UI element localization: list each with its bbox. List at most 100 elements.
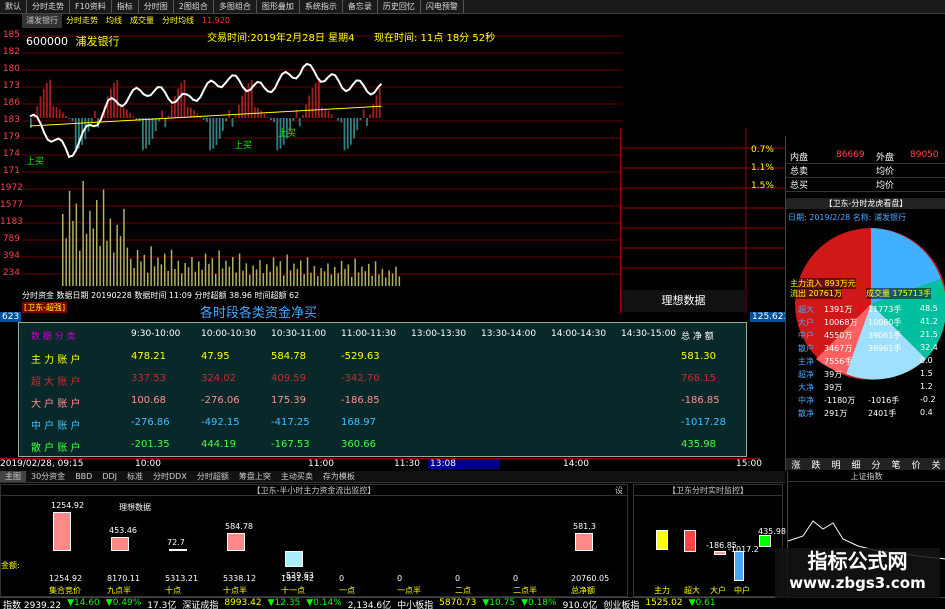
flow-bar <box>298 118 301 127</box>
half-bot-val: 0 <box>455 574 461 583</box>
menu-item-5[interactable]: 2图组合 <box>174 0 214 13</box>
info-nav-1[interactable]: 跌 <box>811 458 820 471</box>
flow-bar <box>39 96 42 118</box>
dragon-title: 【卫东-分时龙虎看盘】 <box>786 198 945 209</box>
half-top-val: 1254.92 <box>51 501 85 511</box>
flow-bar <box>238 104 240 118</box>
status-item: ▼0.49% <box>105 598 142 608</box>
tab-1[interactable]: 30分资金 <box>26 471 70 482</box>
y-tick: 180 <box>2 64 20 74</box>
tick-1400: 14:00 <box>563 459 589 469</box>
menu-item-3[interactable]: 指标 <box>112 0 139 13</box>
menu-item-2[interactable]: F10资料 <box>70 0 112 13</box>
half-bar <box>111 537 129 551</box>
row-label: 主 力 账 户 <box>31 355 81 366</box>
volume-bar <box>320 268 322 286</box>
tab-2[interactable]: BBD <box>70 471 97 482</box>
tab-7[interactable]: 筹盘上突 <box>234 471 276 482</box>
half-name: 十点半 <box>223 586 247 595</box>
info-nav-0[interactable]: 涨 <box>791 458 800 471</box>
info-nav-5[interactable]: 笔 <box>891 458 900 471</box>
tab-4[interactable]: 标准 <box>122 471 148 482</box>
info-l: 内盘 <box>790 153 809 163</box>
half-name: 一点半 <box>397 586 421 595</box>
dragon-c: 11773手 <box>868 305 902 314</box>
flow-bar <box>247 83 250 118</box>
tab-0[interactable]: 主图 <box>0 471 26 482</box>
tab-9[interactable]: 存为模板 <box>318 471 360 482</box>
menu-item-7[interactable]: 图形叠加 <box>257 0 300 13</box>
volume-bar <box>391 273 394 286</box>
flow-bar <box>222 118 224 131</box>
menu-item-6[interactable]: 多图组合 <box>214 0 257 13</box>
status-item: 17.3亿 <box>147 601 177 609</box>
flow-bar <box>71 118 74 122</box>
volume-bar <box>184 263 186 286</box>
settings-icon[interactable]: 设 <box>615 485 625 495</box>
y-tick: 1183 <box>0 217 23 227</box>
dragon-d: 0.4 <box>920 408 933 417</box>
info-row: 总卖 均价 <box>786 164 945 178</box>
volume-bar <box>242 270 244 286</box>
mid-label-3: 大户 <box>710 586 726 595</box>
col-header-6: 13:30-14:00 <box>481 329 537 339</box>
flow-bar <box>302 115 304 118</box>
menu-item-1[interactable]: 分时走势 <box>27 0 70 13</box>
indicator-tabs: 主图 30分资金 BBD DDJ 标准 分时DDX 分时超额 筹盘上突 主动买卖 存为模板 <box>0 471 785 483</box>
menu-item-4[interactable]: 分时图 <box>139 0 174 13</box>
flow-bar <box>135 118 138 120</box>
status-item: ▼14.60 <box>67 598 100 608</box>
menu-item-0[interactable]: 默认 <box>0 0 27 13</box>
volume-bar <box>218 250 220 286</box>
pct-3: 1.5% <box>751 181 774 191</box>
info-nav-7[interactable]: 关 <box>931 458 940 471</box>
info-nav-6[interactable]: 价 <box>911 458 920 471</box>
tick-1000: 10:00 <box>135 459 161 469</box>
tab-8[interactable]: 主动买卖 <box>276 471 318 482</box>
indicator-ma[interactable]: 均线 <box>102 14 126 28</box>
volume-bar <box>99 246 101 286</box>
chart-name[interactable]: 分时走势 <box>62 14 102 28</box>
menu-item-11[interactable]: 闪电预警 <box>421 0 464 13</box>
flow-bar <box>343 118 346 151</box>
mid-label-4: 中户 <box>734 586 750 595</box>
row-value: -276.06 <box>201 395 240 406</box>
volume-bar <box>255 269 258 286</box>
info-r: 均价 <box>876 181 895 191</box>
info-nav-2[interactable]: 明 <box>831 458 840 471</box>
volume-bar <box>68 190 71 286</box>
flow-bar <box>270 118 272 121</box>
dragon-c: -1016手 <box>868 396 900 405</box>
tab-5[interactable]: 分时DDX <box>148 471 192 482</box>
mid-val-3: 435.98 <box>758 527 786 536</box>
dragon-b: 10068万 <box>824 318 858 327</box>
flow-bar <box>330 114 333 118</box>
menu-item-9[interactable]: 备忘录 <box>343 0 378 13</box>
indicator-avg[interactable]: 分时均线 <box>158 14 198 28</box>
half-bar <box>227 533 245 551</box>
watermark-url: www.zbgs3.com <box>789 574 926 592</box>
volume-bar <box>187 267 190 286</box>
info-nav-4[interactable]: 分 <box>871 458 880 471</box>
col-header-7: 14:00-14:30 <box>551 329 607 339</box>
tab-3[interactable]: DDJ <box>97 471 122 482</box>
volume-bar <box>153 266 156 286</box>
row-value: 175.39 <box>271 395 306 406</box>
flow-bar <box>218 118 221 139</box>
table-row: 主 力 账 户 478.21 47.95 584.78 -529.63 581.30 <box>19 351 746 373</box>
volume-bar <box>215 274 217 286</box>
mid-bar-mid <box>734 551 744 581</box>
half-bot-val: 5313.21 <box>165 574 199 583</box>
dragon-row: 散净 291万 2401手 0.4 <box>798 408 945 421</box>
info-nav-3[interactable]: 细 <box>851 458 860 471</box>
dragon-d: -0.2 <box>920 395 936 404</box>
tab-6[interactable]: 分时超额 <box>192 471 234 482</box>
dragon-row: 超大 1391万 11773手 48.5 <box>798 304 945 317</box>
mid-label-2: 超大 <box>684 586 700 595</box>
flow-bar <box>206 118 208 122</box>
indicator-volume[interactable]: 成交量 <box>126 14 158 28</box>
flow-bar <box>231 118 234 127</box>
menu-item-10[interactable]: 历史回忆 <box>378 0 421 13</box>
menu-item-8[interactable]: 系统指示 <box>300 0 343 13</box>
tick-cursor[interactable]: 13:08 <box>428 459 500 469</box>
